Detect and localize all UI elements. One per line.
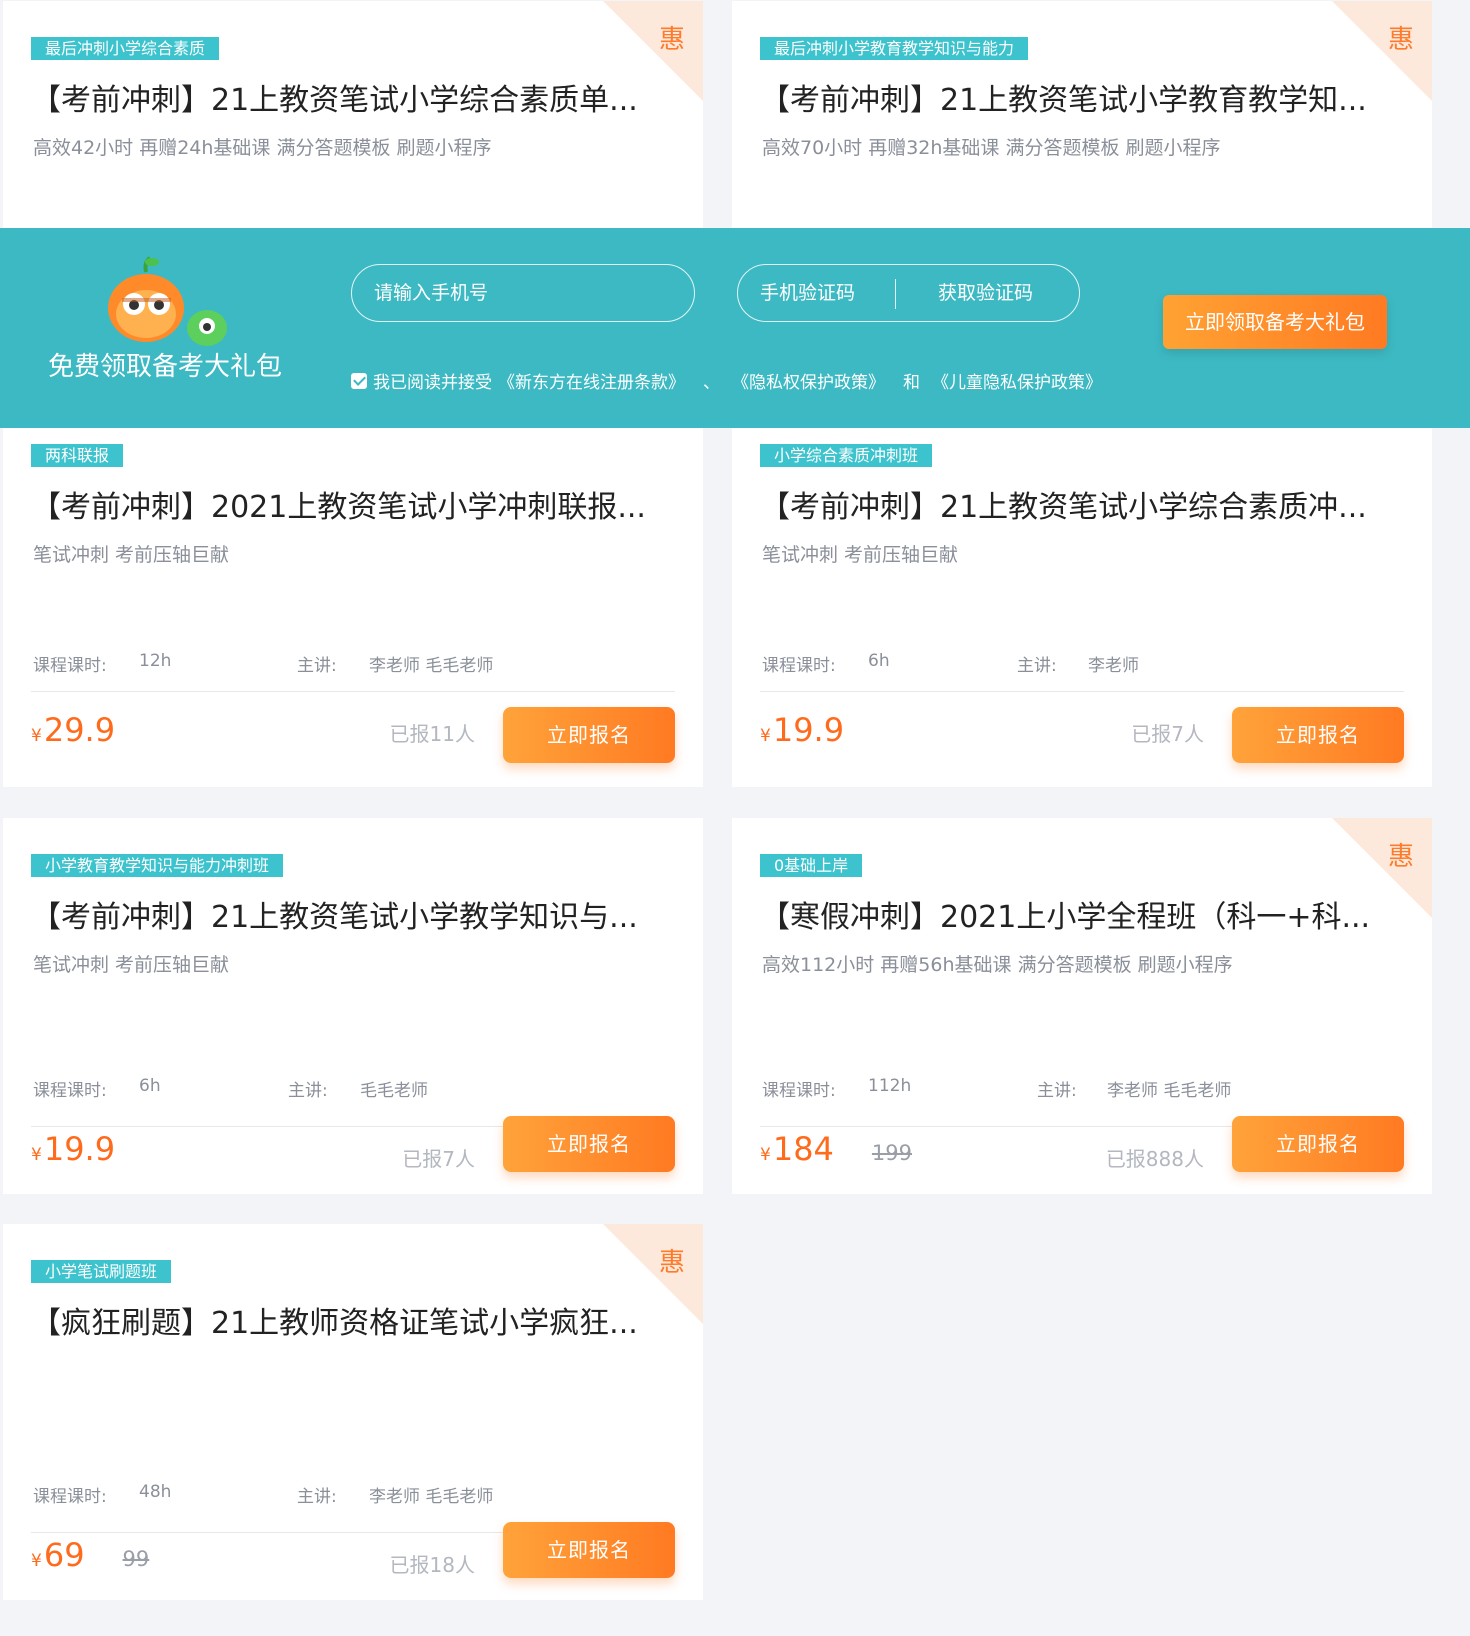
course-title[interactable]: 【考前冲刺】21上教资笔试小学综合素质单...: [31, 75, 661, 119]
teacher-names: 李老师 毛毛老师: [369, 656, 494, 676]
course-tag: 最后冲刺小学综合素质: [31, 37, 220, 60]
mascot-icon: [108, 256, 227, 346]
teacher-label: 主讲:: [1037, 1081, 1077, 1101]
course-tag: 最后冲刺小学教育教学知识与能力: [760, 37, 1029, 60]
enroll-button[interactable]: 立即报名: [503, 707, 675, 763]
hours-value: 48h: [139, 1482, 172, 1502]
divider: [760, 691, 1404, 692]
privacy-link[interactable]: 《隐私权保护政策》: [732, 368, 885, 393]
course-title[interactable]: 【考前冲刺】21上教资笔试小学综合素质冲...: [760, 482, 1390, 526]
price: ¥69 99: [31, 1536, 150, 1574]
discount-badge: 惠: [1387, 842, 1414, 872]
phone-input[interactable]: 请输入手机号: [351, 264, 695, 322]
discount-badge: 惠: [658, 25, 685, 55]
course-card[interactable]: 两科联报 【考前冲刺】2021上教资笔试小学冲刺联报... 笔试冲刺 考前压轴巨…: [3, 411, 703, 787]
enrolled-count: 已报7人: [1131, 722, 1204, 746]
agreement: 我已阅读并接受 《新东方在线注册条款》 、 《隐私权保护政策》 和 《儿童隐私保…: [351, 368, 1108, 393]
terms-link[interactable]: 《新东方在线注册条款》: [498, 368, 685, 393]
separator: 、: [703, 373, 720, 393]
course-subtitle: 笔试冲刺 考前压轴巨献: [33, 954, 230, 976]
teacher-names: 李老师 毛毛老师: [1107, 1081, 1232, 1101]
course-card[interactable]: 小学教育教学知识与能力冲刺班 【考前冲刺】21上教资笔试小学教学知识与... 笔…: [3, 818, 703, 1194]
hours-label: 课程课时:: [762, 656, 836, 676]
course-subtitle: 高效42小时 再赠24h基础课 满分答题模板 刷题小程序: [33, 137, 492, 159]
price-amount: 69: [43, 1536, 85, 1574]
course-meta: 课程课时: 48h 主讲: 李老师 毛毛老师: [33, 1482, 675, 1507]
price-amount: 19.9: [43, 1130, 116, 1168]
original-price: 199: [871, 1141, 912, 1165]
course-title[interactable]: 【寒假冲刺】2021上小学全程班（科一+科...: [760, 892, 1390, 936]
hours-value: 12h: [139, 651, 172, 671]
course-tag: 0基础上岸: [760, 854, 863, 877]
enrolled-count: 已报7人: [402, 1147, 475, 1171]
teacher-label: 主讲:: [297, 1487, 337, 1507]
enroll-button[interactable]: 立即报名: [1232, 1116, 1404, 1172]
course-card[interactable]: 惠 小学笔试刷题班 【疯狂刷题】21上教师资格证笔试小学疯狂... 课程课时: …: [3, 1224, 703, 1600]
course-meta: 课程课时: 6h 主讲: 李老师: [762, 651, 1404, 676]
course-tag: 两科联报: [31, 444, 124, 467]
course-tag: 小学教育教学知识与能力冲刺班: [31, 854, 284, 877]
claim-gift-button[interactable]: 立即领取备考大礼包: [1163, 295, 1387, 349]
price-amount: 19.9: [772, 711, 845, 749]
course-tag: 小学笔试刷题班: [31, 1260, 172, 1283]
verification-box: 手机验证码 获取验证码: [737, 264, 1080, 322]
and-text: 和: [903, 373, 920, 393]
enrolled-count: 已报888人: [1105, 1147, 1204, 1171]
course-subtitle: 高效70小时 再赠32h基础课 满分答题模板 刷题小程序: [762, 137, 1221, 159]
teacher-names: 毛毛老师: [360, 1081, 428, 1101]
hours-value: 112h: [868, 1076, 912, 1096]
hours-label: 课程课时:: [33, 1487, 107, 1507]
price: ¥184 199: [760, 1130, 912, 1168]
course-subtitle: 高效112小时 再赠56h基础课 满分答题模板 刷题小程序: [762, 954, 1233, 976]
hours-label: 课程课时:: [33, 656, 107, 676]
course-title[interactable]: 【疯狂刷题】21上教师资格证笔试小学疯狂...: [31, 1298, 661, 1342]
enroll-button[interactable]: 立即报名: [503, 1522, 675, 1578]
price: ¥19.9: [31, 1130, 116, 1168]
get-code-button[interactable]: 获取验证码: [938, 265, 1033, 321]
course-card[interactable]: 小学综合素质冲刺班 【考前冲刺】21上教资笔试小学综合素质冲... 笔试冲刺 考…: [732, 411, 1432, 787]
price-amount: 29.9: [43, 711, 116, 749]
hours-label: 课程课时:: [762, 1081, 836, 1101]
agree-checkbox[interactable]: [351, 372, 367, 389]
course-card[interactable]: 惠 0基础上岸 【寒假冲刺】2021上小学全程班（科一+科... 高效112小时…: [732, 818, 1432, 1194]
divider: [31, 691, 675, 692]
teacher-label: 主讲:: [288, 1081, 328, 1101]
child-privacy-link[interactable]: 《儿童隐私保护政策》: [932, 368, 1102, 393]
hours-value: 6h: [868, 651, 890, 671]
discount-badge: 惠: [658, 1248, 685, 1278]
course-subtitle: 笔试冲刺 考前压轴巨献: [33, 544, 230, 566]
gift-pack-banner: 免费领取备考大礼包 请输入手机号 手机验证码 获取验证码 我已阅读并接受 《新东…: [0, 228, 1470, 428]
course-meta: 课程课时: 12h 主讲: 李老师 毛毛老师: [33, 651, 675, 676]
course-tag: 小学综合素质冲刺班: [760, 444, 933, 467]
hours-value: 6h: [139, 1076, 161, 1096]
price: ¥29.9: [31, 711, 116, 749]
price: ¥19.9: [760, 711, 845, 749]
enroll-button[interactable]: 立即报名: [1232, 707, 1404, 763]
price-amount: 184: [772, 1130, 834, 1168]
course-title[interactable]: 【考前冲刺】21上教资笔试小学教育教学知...: [760, 75, 1390, 119]
hours-label: 课程课时:: [33, 1081, 107, 1101]
enroll-button[interactable]: 立即报名: [503, 1116, 675, 1172]
verification-code-input[interactable]: 手机验证码: [760, 265, 855, 321]
original-price: 99: [122, 1547, 150, 1571]
enrolled-count: 已报18人: [389, 1553, 475, 1577]
teacher-label: 主讲:: [1017, 656, 1057, 676]
course-subtitle: 笔试冲刺 考前压轴巨献: [762, 544, 959, 566]
teacher-names: 李老师: [1088, 656, 1139, 676]
enrolled-count: 已报11人: [389, 722, 475, 746]
teacher-names: 李老师 毛毛老师: [369, 1487, 494, 1507]
teacher-label: 主讲:: [297, 656, 337, 676]
agree-text: 我已阅读并接受: [373, 373, 492, 393]
divider: [895, 279, 896, 309]
course-title[interactable]: 【考前冲刺】2021上教资笔试小学冲刺联报...: [31, 482, 661, 526]
discount-badge: 惠: [1387, 25, 1414, 55]
course-meta: 课程课时: 6h 主讲: 毛毛老师: [33, 1076, 675, 1101]
banner-title: 免费领取备考大礼包: [48, 352, 283, 382]
course-meta: 课程课时: 112h 主讲: 李老师 毛毛老师: [762, 1076, 1404, 1101]
course-title[interactable]: 【考前冲刺】21上教资笔试小学教学知识与...: [31, 892, 661, 936]
